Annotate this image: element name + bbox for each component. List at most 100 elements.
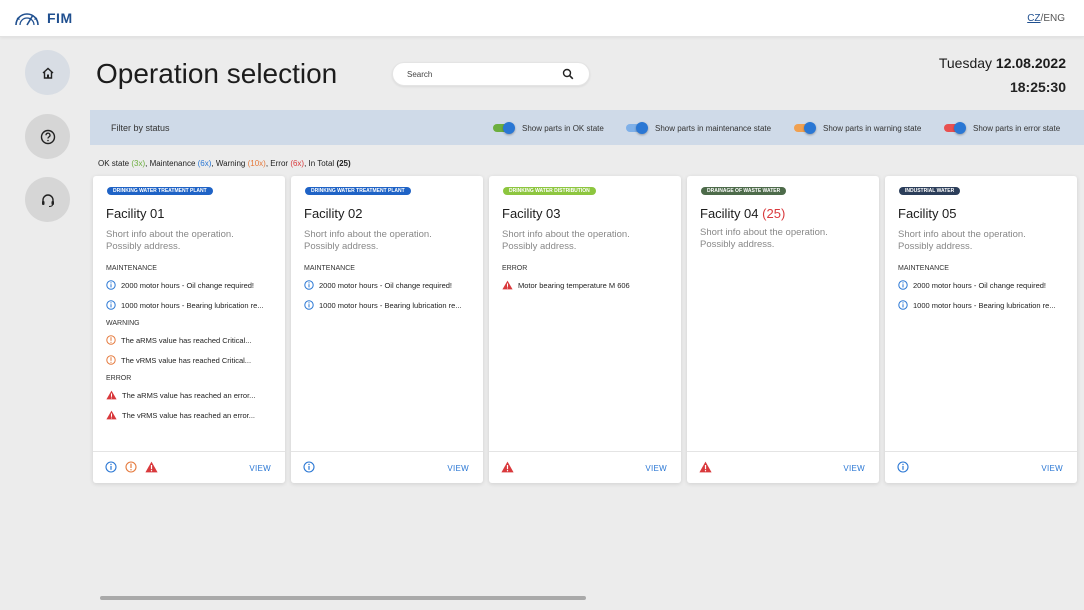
error-triangle-icon	[106, 410, 117, 420]
category-badge: Drinking water distribution	[503, 187, 596, 195]
summary-warn-count: (10x)	[247, 159, 266, 168]
facility-card[interactable]: Drinking water treatment plant Facility 0…	[93, 176, 285, 483]
nav-support-button[interactable]	[25, 177, 70, 222]
facility-description: Short info about the operation. Possibly …	[700, 227, 870, 251]
status-icons	[105, 461, 158, 473]
toggle-switch[interactable]	[794, 122, 816, 134]
app-logo[interactable]: FIM	[13, 9, 73, 27]
issue-item[interactable]: The aRMS value has reached an error...	[106, 389, 276, 401]
info-icon	[898, 300, 908, 310]
issue-item[interactable]: The vRMS value has reached Critical...	[106, 354, 276, 366]
warning-circle-icon	[106, 355, 116, 365]
info-icon	[303, 461, 315, 473]
card-footer: VIEW	[489, 451, 681, 483]
issue-text: 1000 motor hours - Bearing lubrication r…	[121, 300, 264, 310]
filter-label: Filter by status	[111, 123, 170, 133]
category-badge: Drinking water treatment plant	[305, 187, 411, 195]
facility-card[interactable]: Industrial water Facility 05 Short info ab…	[885, 176, 1077, 483]
card-footer: VIEW	[93, 451, 285, 483]
summary-maint-label: Maintenance	[149, 159, 196, 168]
lang-eng-link[interactable]: ENG	[1043, 13, 1065, 24]
info-icon	[106, 280, 116, 290]
issue-text: 1000 motor hours - Bearing lubrication r…	[319, 300, 462, 310]
issue-item[interactable]: The vRMS value has reached an error...	[106, 409, 276, 421]
toggle-maintenance-state[interactable]: Show parts in maintenance state	[626, 122, 771, 134]
view-button[interactable]: VIEW	[249, 464, 271, 473]
issue-text: The vRMS value has reached an error...	[122, 410, 255, 420]
issue-item[interactable]: 1000 motor hours - Bearing lubrication r…	[304, 299, 474, 311]
search-input[interactable]: Search	[392, 62, 590, 86]
horizontal-scrollbar[interactable]	[100, 596, 586, 600]
top-bar: FIM CZ/ENG	[0, 0, 1084, 37]
page-title: Operation selection	[96, 58, 338, 89]
issues-list: Maintenance 2000 motor hours - Oil change…	[106, 265, 276, 430]
issue-section: Warning The aRMS value has reached Critic…	[106, 320, 276, 366]
toggle-error-state[interactable]: Show parts in error state	[944, 122, 1060, 134]
view-button[interactable]: VIEW	[1041, 464, 1063, 473]
facility-card[interactable]: Drinking water treatment plant Facility 0…	[291, 176, 483, 483]
view-button[interactable]: VIEW	[645, 464, 667, 473]
issue-item[interactable]: 1000 motor hours - Bearing lubrication r…	[106, 299, 276, 311]
issue-item[interactable]: 2000 motor hours - Oil change required!	[304, 279, 474, 291]
facility-description: Short info about the operation. Possibly …	[304, 229, 474, 253]
facility-desc-line2: Possibly address.	[502, 241, 577, 252]
issue-section-heading: Warning	[106, 320, 140, 327]
error-triangle-icon	[145, 461, 158, 473]
search-icon[interactable]	[562, 68, 574, 80]
summary-maint-count: (6x)	[197, 159, 212, 168]
facility-card[interactable]: Drainage of waste water Facility 04 (25) S…	[687, 176, 879, 483]
issue-item[interactable]: Motor bearing temperature M 606	[502, 279, 672, 291]
facility-name: Facility 02	[304, 206, 363, 221]
nav-home-button[interactable]	[25, 50, 70, 95]
lang-cz-link[interactable]: CZ	[1027, 13, 1040, 24]
toggle-warning-state[interactable]: Show parts in warning state	[794, 122, 921, 134]
error-triangle-icon	[502, 280, 513, 290]
facility-description: Short info about the operation. Possibly …	[502, 229, 672, 253]
issue-text: The aRMS value has reached Critical...	[121, 335, 252, 345]
status-summary: OK state (3x), Maintenance (6x), Warning…	[98, 159, 351, 168]
error-triangle-icon	[106, 390, 117, 400]
time: 18:25:30	[1009, 79, 1066, 95]
info-icon	[898, 280, 908, 290]
summary-err-count: (6x)	[290, 159, 305, 168]
info-icon	[897, 461, 909, 473]
facility-desc-line1: Short info about the operation.	[304, 229, 432, 240]
issue-item[interactable]: 2000 motor hours - Oil change required!	[106, 279, 276, 291]
issue-section: Maintenance 2000 motor hours - Oil change…	[898, 265, 1068, 311]
view-button[interactable]: VIEW	[843, 464, 865, 473]
info-icon	[304, 280, 314, 290]
headset-icon	[41, 193, 54, 207]
toggle-switch[interactable]	[493, 122, 515, 134]
status-icons	[897, 461, 909, 473]
facility-desc-line1: Short info about the operation.	[898, 229, 1026, 240]
toggle-knob	[954, 122, 966, 134]
home-icon	[42, 67, 53, 79]
facility-title: Facility 02	[304, 206, 363, 221]
toggle-switch[interactable]	[944, 122, 966, 134]
issue-text: 2000 motor hours - Oil change required!	[913, 280, 1046, 290]
warning-circle-icon	[106, 335, 116, 345]
facility-desc-line1: Short info about the operation.	[502, 229, 630, 240]
error-triangle-icon	[699, 461, 712, 473]
issue-section-heading: Error	[106, 375, 132, 382]
issue-section-heading: Maintenance	[106, 265, 157, 272]
nav-help-button[interactable]	[25, 114, 70, 159]
issue-text: 1000 motor hours - Bearing lubrication r…	[913, 300, 1056, 310]
info-icon	[106, 300, 116, 310]
issue-item[interactable]: 2000 motor hours - Oil change required!	[898, 279, 1068, 291]
toggle-ok-state[interactable]: Show parts in OK state	[493, 122, 604, 134]
category-badge: Drainage of waste water	[701, 187, 787, 195]
toggle-switch[interactable]	[626, 122, 648, 134]
view-button[interactable]: VIEW	[447, 464, 469, 473]
filter-bar: Filter by status Show parts in OK state …	[90, 110, 1084, 145]
issue-text: The aRMS value has reached an error...	[122, 390, 256, 400]
facility-card[interactable]: Drinking water distribution Facility 03 Sh…	[489, 176, 681, 483]
issue-section-heading: Maintenance	[304, 265, 355, 272]
issue-item[interactable]: 1000 motor hours - Bearing lubrication r…	[898, 299, 1068, 311]
issue-item[interactable]: The aRMS value has reached Critical...	[106, 334, 276, 346]
issue-text: Motor bearing temperature M 606	[518, 280, 630, 290]
facility-desc-line2: Possibly address.	[700, 239, 775, 250]
facility-title: Facility 03	[502, 206, 561, 221]
toggle-label: Show parts in error state	[973, 123, 1061, 133]
date-line: Tuesday 12.08.2022	[939, 55, 1066, 71]
